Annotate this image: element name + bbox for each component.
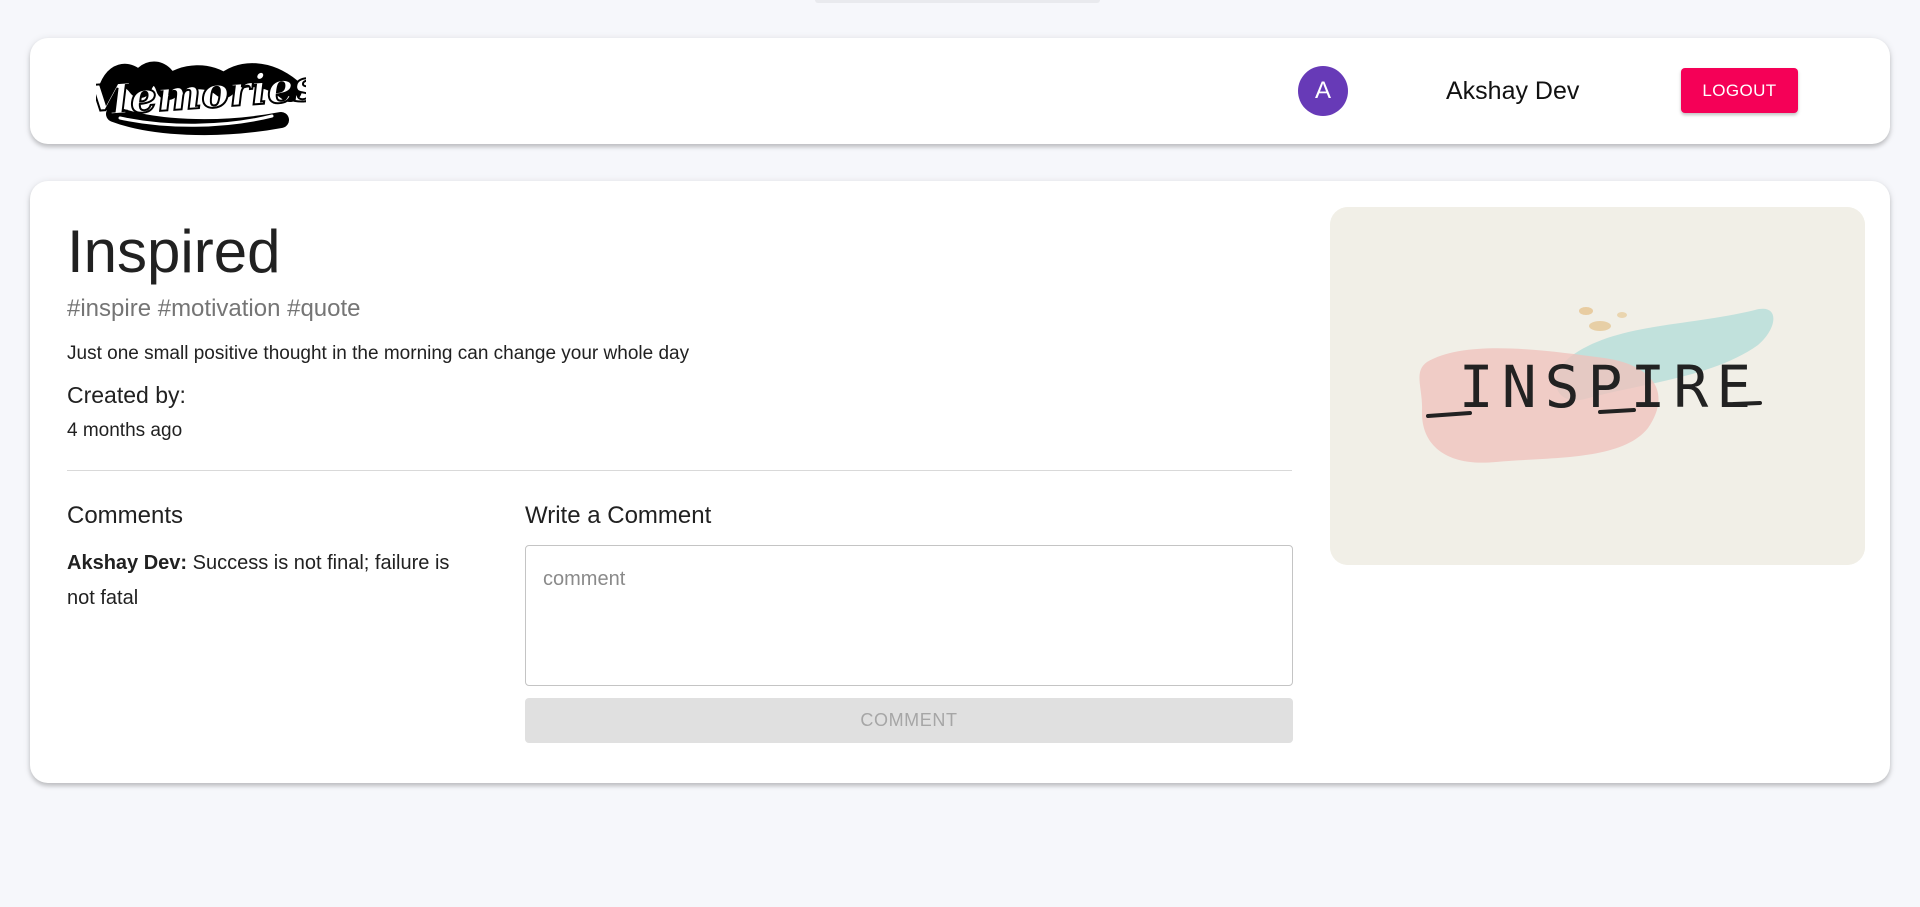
- app-bar: Memories A Akshay Dev LOGOUT: [30, 38, 1890, 144]
- user-name: Akshay Dev: [1446, 77, 1580, 105]
- top-scroll-hint: [815, 0, 1100, 3]
- comment-input[interactable]: [526, 546, 1292, 685]
- inspire-watercolor-image-icon: INSPIRE: [1330, 207, 1865, 565]
- comments-heading: Comments: [67, 502, 184, 529]
- post-title: Inspired: [67, 218, 281, 285]
- post-tags: #inspire #motivation #quote: [67, 295, 361, 322]
- content-divider: [67, 470, 1292, 471]
- write-comment-heading: Write a Comment: [525, 502, 712, 529]
- comment-item: Akshay Dev: Success is not final; failur…: [67, 546, 477, 616]
- post-created-time: 4 months ago: [67, 420, 183, 441]
- post-message: Just one small positive thought in the m…: [67, 343, 690, 364]
- post-details-card: Inspired #inspire #motivation #quote Jus…: [30, 181, 1890, 783]
- brand-logo[interactable]: Memories: [79, 56, 320, 136]
- logout-button[interactable]: LOGOUT: [1681, 68, 1798, 113]
- avatar[interactable]: A: [1298, 66, 1348, 116]
- comment-author: Akshay Dev:: [67, 552, 188, 574]
- post-image: INSPIRE: [1330, 207, 1865, 565]
- comment-submit-button[interactable]: COMMENT: [525, 698, 1293, 743]
- comment-field-container: [525, 545, 1293, 686]
- created-by-label: Created by:: [67, 382, 186, 408]
- memories-logo-icon: Memories: [79, 60, 320, 136]
